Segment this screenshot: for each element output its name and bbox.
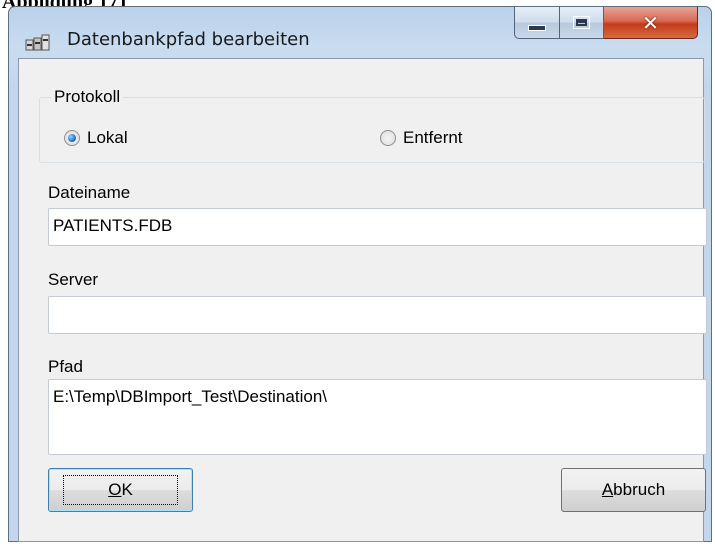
radio-entfernt-label[interactable]: Entfernt: [403, 128, 463, 148]
pfad-input[interactable]: E:\Temp\DBImport_Test\Destination\: [48, 379, 707, 455]
protokoll-groupbox: [39, 97, 705, 163]
radio-entfernt[interactable]: Entfernt: [380, 128, 463, 148]
title-bar[interactable]: Datenbankpfad bearbeiten ✕: [9, 7, 711, 59]
server-input[interactable]: [48, 296, 707, 334]
radio-lokal[interactable]: Lokal: [64, 128, 128, 148]
ok-button-label: K: [121, 480, 133, 499]
dialog-window: Datenbankpfad bearbeiten ✕ Protokoll Lok…: [8, 6, 712, 542]
radio-lokal-indicator[interactable]: [64, 130, 80, 146]
ok-button-mnemonic: O: [108, 480, 122, 499]
maximize-icon: [573, 16, 590, 29]
ok-button[interactable]: OK: [48, 468, 193, 512]
radio-lokal-label[interactable]: Lokal: [87, 128, 128, 148]
ok-button-focus: OK: [63, 475, 178, 505]
dateiname-input[interactable]: PATIENTS.FDB: [48, 208, 707, 246]
minimize-button[interactable]: [514, 7, 560, 39]
cancel-button-label: bbruch: [613, 480, 666, 499]
protokoll-legend: Protokoll: [51, 87, 124, 107]
cancel-button-mnemonic: A: [601, 480, 614, 499]
close-icon: ✕: [642, 10, 659, 35]
database-app-icon: [25, 34, 50, 51]
maximize-button[interactable]: [560, 7, 604, 39]
pfad-label: Pfad: [48, 357, 83, 376]
cancel-button[interactable]: Abbruch: [561, 468, 706, 512]
close-button[interactable]: ✕: [604, 7, 698, 39]
dialog-client-area: Protokoll Lokal Entfernt Dateiname PATIE…: [18, 58, 707, 542]
dateiname-label: Dateiname: [48, 183, 131, 202]
radio-entfernt-indicator[interactable]: [380, 130, 396, 146]
window-title: Datenbankpfad bearbeiten: [67, 29, 310, 50]
server-label: Server: [48, 270, 99, 289]
minimize-icon: [528, 24, 546, 31]
